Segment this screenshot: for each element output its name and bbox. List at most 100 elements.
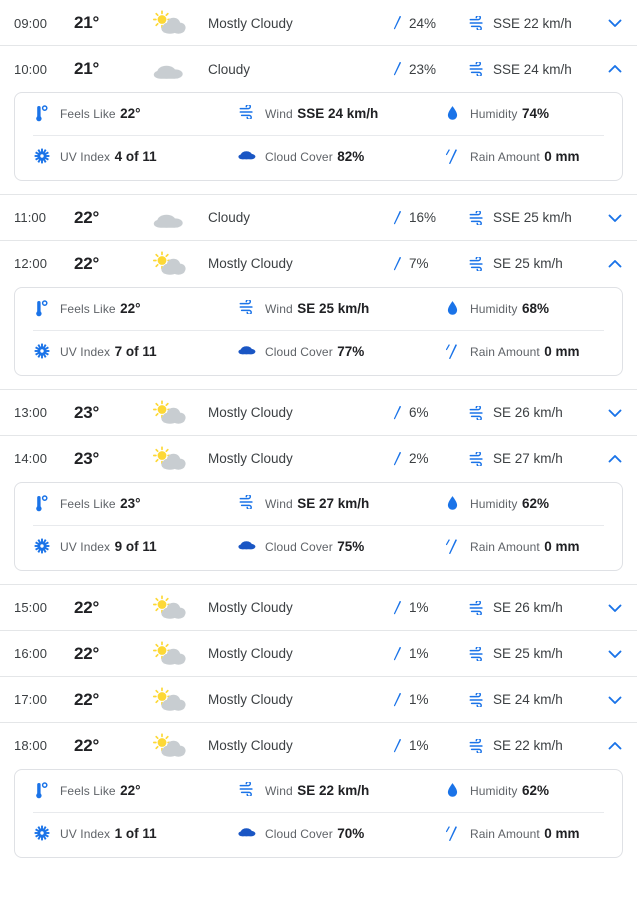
- expand-toggle[interactable]: [593, 64, 637, 74]
- condition-label: Cloudy: [208, 210, 251, 226]
- forecast-hour-row[interactable]: 13:00 23° Mostly Cloudy 6% SE 26 km/h: [0, 389, 637, 436]
- expand-toggle[interactable]: [593, 649, 637, 659]
- cloud-icon: [153, 65, 183, 79]
- condition-icon: [148, 205, 208, 231]
- condition-icon: [148, 687, 208, 713]
- detail-card: Feels Like 23° Wind SE 27 km/h Humidity …: [14, 481, 623, 571]
- hour-time: 14:00: [14, 451, 48, 467]
- chevron-down-icon[interactable]: [608, 408, 622, 418]
- hour-temperature: 22°: [74, 207, 100, 227]
- wind-summary: SSE 22 km/h: [469, 16, 593, 31]
- forecast-hour-row[interactable]: 10:00 21° Cloudy 23% SSE 24 km/h: [0, 46, 637, 92]
- chevron-up-icon[interactable]: [608, 259, 622, 269]
- chevron-down-icon[interactable]: [608, 649, 622, 659]
- detail-label: Wind: [265, 783, 293, 798]
- forecast-hour-row[interactable]: 11:00 22° Cloudy 16% SSE 25 km/h: [0, 194, 637, 241]
- forecast-hour-row[interactable]: 14:00 23° Mostly Cloudy 2% SE 27 km/h: [0, 435, 637, 482]
- chevron-down-icon[interactable]: [608, 213, 622, 223]
- detail-filled-cloud-icon: Cloud Cover 75%: [228, 537, 433, 557]
- expand-toggle[interactable]: [593, 454, 637, 464]
- detail-value: 4 of 11: [114, 149, 157, 165]
- sun-behind-cloud-icon: [152, 251, 186, 275]
- wind-icon: [469, 405, 483, 420]
- chevron-down-icon[interactable]: [608, 18, 622, 28]
- forecast-hour-row[interactable]: 09:00 21° Mostly Cloudy 24% SSE 22 km/h: [0, 0, 637, 46]
- chevron-down-icon[interactable]: [608, 695, 622, 705]
- detail-water-drop-icon: Humidity 68%: [433, 299, 614, 319]
- condition-label: Mostly Cloudy: [208, 451, 293, 467]
- forecast-hour-row[interactable]: 18:00 22° Mostly Cloudy 1% SE 22 km/h: [0, 722, 637, 769]
- detail-label: Cloud Cover: [265, 345, 333, 360]
- wind-value: SE 26 km/h: [493, 405, 563, 421]
- filled-cloud-icon: [238, 346, 256, 355]
- raindrop-icon: [393, 738, 401, 753]
- chevron-up-icon[interactable]: [608, 741, 622, 751]
- detail-label: Rain Amount: [470, 827, 540, 842]
- forecast-hour-row[interactable]: 17:00 22° Mostly Cloudy 1% SE 24 km/h: [0, 676, 637, 723]
- forecast-hour-row[interactable]: 16:00 22° Mostly Cloudy 1% SE 25 km/h: [0, 630, 637, 677]
- detail-value: 68%: [521, 300, 549, 316]
- precipitation-value: 7%: [409, 256, 429, 272]
- filled-cloud-icon: [238, 537, 256, 551]
- wind-icon: [239, 494, 253, 509]
- expand-toggle[interactable]: [593, 741, 637, 751]
- expand-toggle[interactable]: [593, 408, 637, 418]
- chevron-down-icon[interactable]: [608, 603, 622, 613]
- expand-toggle[interactable]: [593, 259, 637, 269]
- detail-thermometer-icon: Feels Like 22°: [23, 781, 228, 801]
- condition-icon: [148, 10, 208, 36]
- chevron-up-icon[interactable]: [608, 454, 622, 464]
- detail-label: Humidity: [470, 107, 518, 121]
- precipitation-chance: 7%: [391, 256, 469, 272]
- condition-label: Mostly Cloudy: [208, 738, 293, 754]
- raindrop-icon: [393, 600, 401, 615]
- rain-streaks-icon: [443, 824, 461, 843]
- hour-time: 10:00: [14, 61, 48, 77]
- condition-icon: [148, 251, 208, 277]
- sun-burst-icon: [33, 342, 51, 359]
- wind-icon: [469, 692, 483, 707]
- detail-value: 22°: [120, 300, 141, 316]
- wind-icon: [239, 781, 253, 796]
- detail-label: UV Index: [60, 150, 111, 165]
- wind-value: SSE 24 km/h: [493, 61, 572, 77]
- detail-sun-burst-icon: UV Index 1 of 11: [23, 824, 228, 844]
- detail-rain-streaks-icon: Rain Amount 0 mm: [433, 824, 614, 844]
- wind-value: SE 26 km/h: [493, 600, 563, 616]
- filled-cloud-icon: [238, 342, 256, 356]
- water-drop-icon: [443, 104, 461, 122]
- precipitation-value: 1%: [409, 646, 429, 662]
- expand-toggle[interactable]: [593, 603, 637, 613]
- detail-value: 77%: [337, 344, 365, 360]
- expand-toggle[interactable]: [593, 18, 637, 28]
- sun-behind-cloud-icon: [152, 10, 186, 34]
- water-drop-icon: [443, 494, 461, 512]
- chevron-up-icon[interactable]: [608, 64, 622, 74]
- wind-icon: [469, 738, 483, 753]
- thermometer-icon: [36, 782, 48, 799]
- expand-toggle[interactable]: [593, 213, 637, 223]
- detail-wind-icon: Wind SE 27 km/h: [228, 494, 433, 514]
- sun-behind-cloud-icon: [152, 733, 186, 757]
- detail-row-secondary: UV Index 9 of 11 Cloud Cover 75% Rain Am…: [23, 526, 614, 569]
- filled-cloud-icon: [238, 828, 256, 837]
- detail-wind-icon: Wind SSE 24 km/h: [228, 104, 433, 124]
- sun-behind-cloud-icon: [152, 595, 186, 619]
- sun-behind-cloud-icon: [152, 687, 186, 711]
- expand-toggle[interactable]: [593, 695, 637, 705]
- hour-detail-panel: Feels Like 22° Wind SSE 24 km/h Humidity…: [0, 92, 637, 195]
- hour-temperature: 21°: [74, 59, 100, 78]
- condition-icon: [148, 641, 208, 667]
- precipitation-value: 1%: [409, 738, 429, 754]
- hour-temperature: 23°: [74, 448, 100, 468]
- raindrop-icon: [393, 256, 401, 271]
- wind-summary: SE 26 km/h: [469, 600, 593, 615]
- detail-value: 9 of 11: [114, 539, 157, 555]
- precipitation-chance: 23%: [391, 61, 469, 77]
- water-drop-icon: [443, 781, 461, 799]
- rain-streaks-icon: [445, 149, 457, 165]
- precipitation-chance: 16%: [391, 210, 469, 226]
- forecast-hour-row[interactable]: 15:00 22° Mostly Cloudy 1% SE 26 km/h: [0, 584, 637, 631]
- detail-rain-streaks-icon: Rain Amount 0 mm: [433, 537, 614, 557]
- forecast-hour-row[interactable]: 12:00 22° Mostly Cloudy 7% SE 25 km/h: [0, 240, 637, 287]
